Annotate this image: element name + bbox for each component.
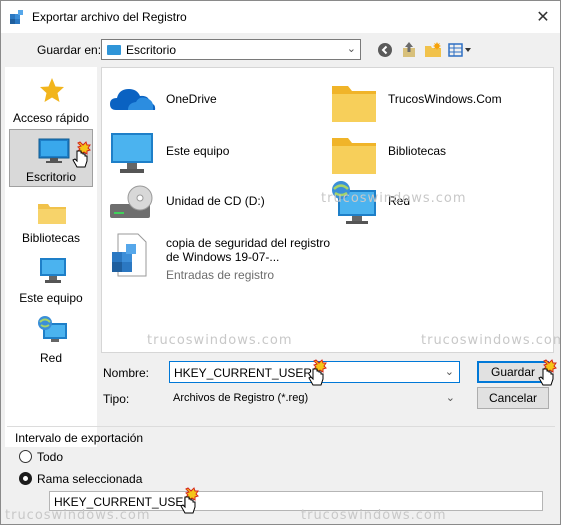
registry-editor-icon [10, 10, 23, 24]
file-type-select[interactable]: Archivos de Registro (*.reg) ⌄ [169, 389, 460, 409]
onedrive-icon [110, 89, 156, 110]
place-label: Escritorio [25, 170, 76, 184]
watermark: trucoswindows.com [321, 191, 467, 206]
hand-cursor-icon [72, 141, 91, 168]
computer-icon [111, 133, 153, 173]
file-item[interactable]: OneDrive [108, 78, 318, 124]
libraries-icon [38, 204, 66, 224]
up-folder-icon[interactable] [399, 40, 419, 60]
watermark: trucoswindows.com [147, 333, 293, 348]
folder-icon [332, 86, 376, 122]
watermark: trucoswindows.com [301, 508, 447, 523]
desktop-small-icon [107, 45, 121, 55]
file-list: OneDrive TrucosWindows.Com Este equipo B… [101, 67, 554, 353]
radio-button[interactable] [19, 450, 32, 463]
navigation-toolbar [375, 39, 473, 61]
cancel-button[interactable]: Cancelar [477, 387, 549, 409]
window-title: Exportar archivo del Registro [32, 10, 187, 24]
chevron-down-icon: ⌄ [445, 392, 455, 404]
title-bar: Exportar archivo del Registro ✕ [1, 1, 560, 33]
save-in-dropdown[interactable]: Escritorio ⌄ [101, 39, 361, 60]
chevron-down-icon[interactable]: ⌄ [445, 365, 454, 378]
place-label: Bibliotecas [21, 231, 81, 245]
close-button[interactable]: ✕ [526, 1, 560, 33]
save-in-label: Guardar en: [37, 43, 102, 57]
export-registry-dialog: Exportar archivo del Registro ✕ Guardar … [0, 0, 561, 525]
export-range-title: Intervalo de exportación [15, 431, 144, 445]
hand-cursor-icon [538, 359, 557, 386]
file-name: Bibliotecas [388, 144, 447, 158]
hand-cursor-icon [180, 487, 199, 514]
place-quick-access[interactable]: Acceso rápido [9, 71, 93, 129]
desktop-icon [38, 138, 70, 163]
network-icon [38, 316, 67, 342]
libraries-folder-icon [332, 138, 376, 174]
place-label: Acceso rápido [12, 111, 90, 125]
file-name: TrucosWindows.Com [388, 92, 502, 106]
radio-all-label: Todo [37, 450, 64, 464]
place-label: Este equipo [19, 291, 83, 305]
chevron-down-icon: ⌄ [346, 43, 356, 55]
file-item[interactable]: Este equipo [108, 130, 318, 176]
branch-value: HKEY_CURRENT_USER [54, 495, 193, 509]
place-network[interactable]: Red [9, 311, 93, 369]
place-this-pc[interactable]: Este equipo [9, 251, 93, 309]
radio-button-checked[interactable] [19, 472, 32, 485]
file-type-label: Tipo: [103, 392, 130, 406]
file-name: OneDrive [166, 92, 217, 106]
file-name: copia de seguridad del registro de Windo… [166, 236, 331, 264]
registry-file-icon [112, 233, 147, 277]
save-in-value: Escritorio [126, 43, 177, 57]
star-icon [40, 78, 64, 102]
file-type-value: Archivos de Registro (*.reg) [173, 392, 309, 404]
back-icon[interactable] [375, 40, 395, 60]
place-libraries[interactable]: Bibliotecas [9, 191, 93, 249]
file-type: Entradas de registro [166, 268, 275, 282]
new-folder-icon[interactable] [423, 40, 443, 60]
file-name-value: HKEY_CURRENT_USER [174, 366, 313, 380]
file-name: Este equipo [166, 144, 230, 158]
file-item[interactable]: copia de seguridad del registro de Windo… [108, 232, 338, 282]
radio-branch-label: Rama seleccionada [37, 472, 143, 486]
watermark: trucoswindows.com [421, 333, 561, 348]
file-name-label: Nombre: [103, 366, 150, 380]
file-item[interactable]: Unidad de CD (D:) [108, 180, 318, 226]
computer-icon [40, 258, 66, 283]
hand-cursor-icon [308, 359, 327, 386]
watermark: trucoswindows.com [5, 508, 151, 523]
cd-drive-icon [110, 185, 153, 218]
places-bar: Acceso rápido Escritorio Bibliotecas Est… [5, 67, 97, 447]
file-item[interactable]: TrucosWindows.Com [330, 78, 545, 124]
view-menu-icon[interactable] [447, 40, 473, 60]
file-name: Unidad de CD (D:) [166, 194, 265, 208]
place-label: Red [39, 351, 62, 365]
file-item[interactable]: Bibliotecas [330, 130, 545, 176]
